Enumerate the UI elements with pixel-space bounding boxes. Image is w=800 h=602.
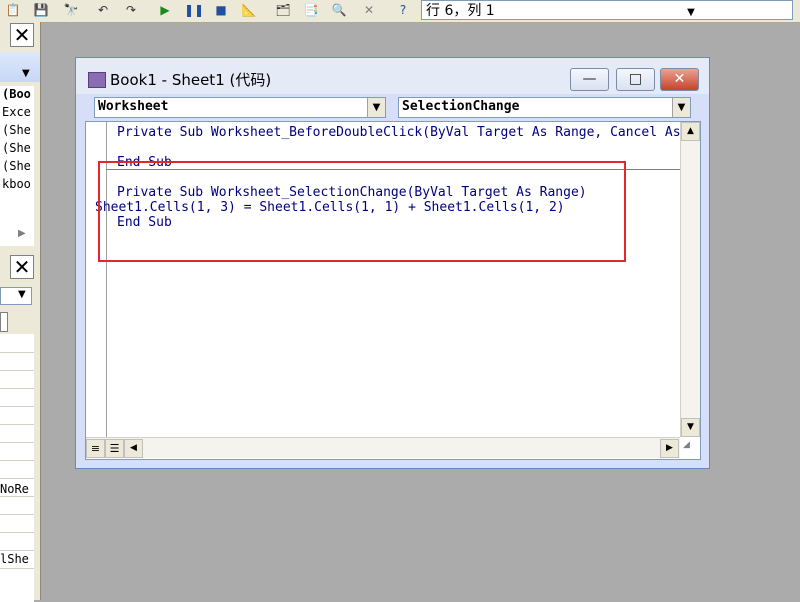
full-module-view-icon[interactable]: ☰ (105, 439, 124, 458)
scroll-down-icon[interactable]: ▼ (681, 418, 700, 437)
project-explorer-close-icon[interactable]: ✕ (10, 23, 34, 47)
code-window-title-bar[interactable]: Book1 - Sheet1 (代码) — □ ✕ (76, 58, 709, 94)
procedure-combo-value: SelectionChange (402, 99, 520, 114)
properties-dropdown-icon[interactable]: ▼ (18, 289, 26, 300)
object-browser-icon[interactable]: 🔍 (330, 1, 348, 19)
chevron-down-icon[interactable]: ▼ (672, 98, 690, 117)
find-icon[interactable]: 🔭 (62, 1, 80, 19)
tree-item[interactable]: (She (2, 141, 31, 155)
chevron-down-icon[interactable]: ▼ (367, 98, 385, 117)
properties-icon[interactable]: 📑 (302, 1, 320, 19)
procedure-view-icon[interactable]: ≡ (86, 439, 105, 458)
scroll-right-icon[interactable]: ▶ (660, 439, 679, 458)
properties-object-select[interactable] (0, 287, 32, 305)
resize-grip-icon[interactable]: ◢ (683, 440, 700, 457)
properties-grid: NoRe lShe (0, 334, 34, 602)
toolbox-icon[interactable]: ✕ (360, 1, 378, 19)
run-icon[interactable]: ▶ (156, 1, 174, 19)
project-explorer-toolbar (0, 52, 40, 82)
tree-item[interactable]: (She (2, 159, 31, 173)
properties-tab[interactable] (0, 312, 8, 332)
project-explorer-dropdown-icon[interactable]: ▼ (22, 68, 30, 79)
property-value[interactable]: lShe (0, 552, 29, 566)
tree-item[interactable]: Exce (2, 105, 31, 119)
project-tree: (Boo Exce (She (She (She kboo (0, 86, 34, 246)
break-icon[interactable]: ❚❚ (184, 1, 204, 19)
tree-item[interactable]: kboo (2, 177, 31, 191)
left-dock-panel: ✕ ▼ (Boo Exce (She (She (She kboo ▶ ✕ ▼ … (0, 22, 41, 602)
close-button[interactable]: ✕ (660, 68, 699, 91)
object-combo-value: Worksheet (98, 99, 169, 114)
project-explorer-icon[interactable]: 🗂 (274, 1, 292, 19)
redo-icon[interactable]: ↷ (122, 1, 140, 19)
help-icon[interactable]: ? (394, 1, 412, 19)
window-title: Book1 - Sheet1 (代码) (110, 71, 272, 89)
paste-icon[interactable]: 📋 (4, 1, 22, 19)
procedure-combo[interactable]: SelectionChange ▼ (398, 97, 691, 118)
object-combo[interactable]: Worksheet ▼ (94, 97, 386, 118)
code-line[interactable]: Private Sub Worksheet_BeforeDoubleClick(… (117, 125, 700, 140)
highlight-annotation-box (98, 161, 626, 262)
design-mode-icon[interactable]: 📐 (240, 1, 258, 19)
property-value[interactable]: NoRe (0, 482, 29, 496)
code-window: Book1 - Sheet1 (代码) — □ ✕ Worksheet ▼ Se… (75, 57, 710, 469)
properties-close-icon[interactable]: ✕ (10, 255, 34, 279)
scroll-up-icon[interactable]: ▲ (681, 122, 700, 141)
toolbar-options-chevron-icon[interactable]: ▼ (684, 5, 698, 20)
undo-icon[interactable]: ↶ (94, 1, 112, 19)
save-icon[interactable]: 💾 (32, 1, 50, 19)
scroll-left-icon[interactable]: ◀ (124, 439, 143, 458)
tree-item[interactable]: (She (2, 123, 31, 137)
minimize-button[interactable]: — (570, 68, 609, 91)
tree-item[interactable]: (Boo (2, 87, 31, 101)
vertical-scrollbar[interactable]: ▲ ▼ (680, 122, 700, 437)
horizontal-scrollbar[interactable]: ≡ ☰ ◀ ▶ (86, 437, 680, 458)
tree-scroll-right-icon[interactable]: ▶ (18, 228, 26, 239)
reset-icon[interactable]: ■ (212, 1, 230, 19)
module-icon (88, 72, 106, 88)
maximize-button[interactable]: □ (616, 68, 655, 91)
cursor-position-text: 行 6，列 1 (426, 3, 495, 19)
